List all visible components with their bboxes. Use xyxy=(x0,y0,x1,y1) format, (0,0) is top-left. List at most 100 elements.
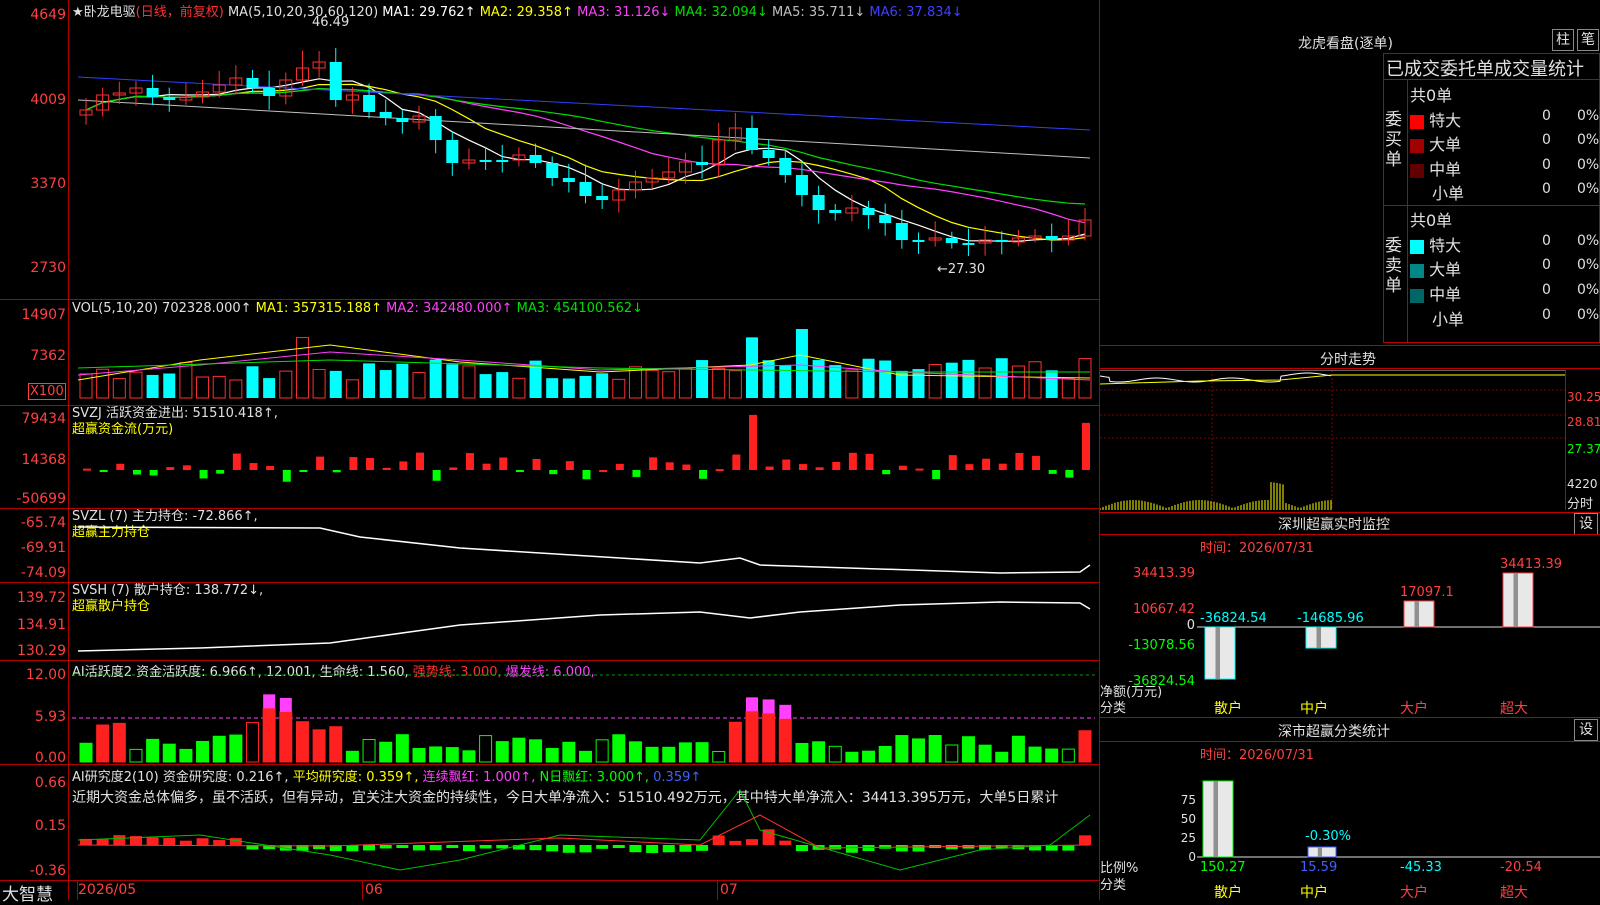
buy-row-label: 中单 xyxy=(1429,160,1462,179)
activity-bar xyxy=(345,750,359,763)
activity-bar xyxy=(845,751,859,763)
candle-body xyxy=(696,162,709,165)
candle-body xyxy=(329,62,342,100)
research-bar xyxy=(945,845,958,850)
research-bar xyxy=(113,835,126,845)
research-bar xyxy=(462,845,475,852)
fund-flow-bar xyxy=(1048,470,1057,474)
sell-row-value: 0 xyxy=(1542,257,1551,273)
fund-flow-bar xyxy=(882,470,891,475)
volume-bar xyxy=(1028,361,1042,399)
research-bar xyxy=(795,845,808,852)
retail-line xyxy=(77,601,1091,652)
candle-body xyxy=(746,128,758,150)
candle-body xyxy=(396,118,409,122)
fund-flow-bar xyxy=(432,470,441,481)
activity-bar xyxy=(579,750,592,763)
activity-bar xyxy=(562,741,576,763)
activity-bar xyxy=(212,735,226,763)
candle-body xyxy=(762,150,775,158)
volume-bar xyxy=(496,372,509,398)
fund-flow-bar xyxy=(798,464,807,470)
sell-row-value: 0 xyxy=(1542,233,1551,249)
research-bar xyxy=(529,845,542,851)
sz-class-settings-button[interactable]: 设 xyxy=(1574,719,1598,741)
fund-flow-bar xyxy=(915,468,924,471)
fund-flow-bar xyxy=(232,453,241,470)
minute-chart[interactable] xyxy=(1099,369,1565,510)
activity-bar xyxy=(495,741,509,763)
bar-mode-button[interactable]: 柱 xyxy=(1552,29,1574,51)
sell-row-pct: 0% xyxy=(1577,307,1600,323)
volume-bar xyxy=(312,368,326,399)
volume-bar xyxy=(429,359,442,398)
sz-monitor-bar-large-shade xyxy=(1414,601,1419,627)
candlestick-chart[interactable] xyxy=(0,0,1100,900)
sz-class-bar-medium-shade xyxy=(1317,847,1322,857)
volume-bar xyxy=(928,364,942,399)
buy-total: 共0单 xyxy=(1410,86,1453,105)
activity-bar xyxy=(978,744,992,763)
activity-bar xyxy=(878,745,892,763)
volume-bar xyxy=(645,369,659,399)
research-bar xyxy=(429,845,442,851)
volume-bar xyxy=(945,362,958,398)
sz-monitor-val: 17097.1 xyxy=(1400,585,1454,600)
sz-monitor-bar-retail-shade xyxy=(1215,627,1220,679)
fund-flow-bar xyxy=(382,467,391,470)
sz-class-val: -45.33 xyxy=(1400,860,1442,875)
buy-row-label: 特大 xyxy=(1429,111,1462,130)
candle-body xyxy=(546,163,559,178)
candle-body xyxy=(779,158,792,175)
candle-body xyxy=(379,112,392,118)
fund-flow-bar xyxy=(998,463,1007,470)
activity-bar xyxy=(512,737,526,763)
research-bar xyxy=(895,845,908,852)
activity-bar xyxy=(778,718,792,763)
candle-body xyxy=(596,196,609,200)
fund-flow-bar xyxy=(632,470,641,477)
candle-body xyxy=(812,195,825,210)
fund-flow-bar xyxy=(216,470,225,474)
candle-body xyxy=(263,88,276,96)
candle-body xyxy=(246,78,259,88)
candle-body xyxy=(879,215,892,223)
candle-body xyxy=(795,175,808,195)
volume-bar xyxy=(696,360,709,398)
activity-bar xyxy=(129,748,143,763)
research-bar xyxy=(1062,845,1075,851)
activity-bar xyxy=(995,751,1009,763)
buy-row-label: 大单 xyxy=(1429,135,1462,154)
buy-row-pct: 0% xyxy=(1577,157,1600,173)
fund-flow-bar xyxy=(782,459,791,470)
sz-monitor-settings-button[interactable]: 设 xyxy=(1574,513,1598,535)
tick-mode-button[interactable]: 笔 xyxy=(1577,29,1599,51)
fund-flow-bar xyxy=(116,463,125,470)
research-bar xyxy=(779,840,792,845)
fund-flow-bar xyxy=(1015,452,1024,470)
fund-flow-bar xyxy=(649,457,658,470)
research-avg-line xyxy=(77,789,1091,871)
volume-bar xyxy=(329,370,342,398)
minute-unit: 分时 xyxy=(1567,497,1594,512)
research-bar xyxy=(629,845,642,853)
volume-bar xyxy=(579,375,592,398)
fund-flow-bar xyxy=(615,463,624,470)
candle-body xyxy=(995,240,1008,242)
volume-bar xyxy=(1045,370,1058,398)
research-bar xyxy=(213,840,226,845)
right-panel: 龙虎看盘(逐单) 柱 笔 已成交委托单成交量统计 委买单 委卖单 共0单 共0单… xyxy=(1099,0,1600,901)
fund-flow-bar xyxy=(848,452,857,470)
chart-area[interactable]: ★卧龙电驱(日线，前复权) MA(5,10,20,30,60,120) MA1:… xyxy=(0,0,1100,905)
volume-bar xyxy=(345,379,359,399)
volume-bar xyxy=(829,365,842,398)
buy-row-pct: 0% xyxy=(1577,108,1600,124)
research-bar xyxy=(746,839,758,845)
volume-bar xyxy=(79,373,93,399)
activity-bar xyxy=(745,710,759,763)
research-bar xyxy=(679,845,692,852)
minute-price-tick: 30.25 xyxy=(1567,390,1600,404)
volume-bar xyxy=(662,371,676,399)
research-bar xyxy=(196,838,209,845)
volume-bar xyxy=(862,358,875,398)
